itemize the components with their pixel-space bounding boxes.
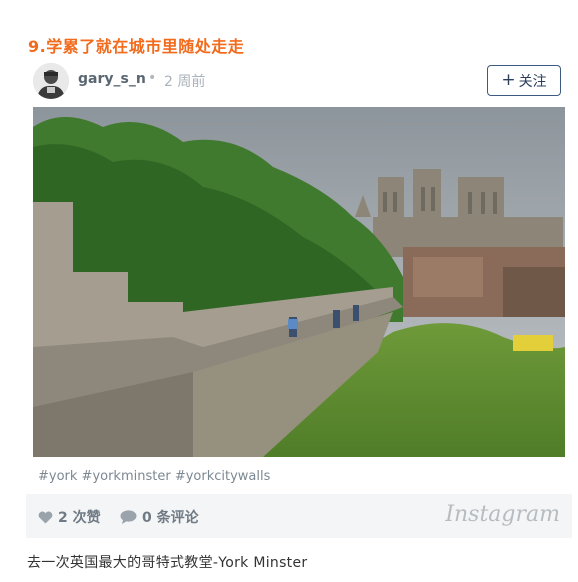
section-heading: 9.学累了就在城市里随处走走 <box>28 37 245 56</box>
like-count[interactable]: 2 次赞 <box>38 507 101 527</box>
heart-icon <box>38 511 53 523</box>
avatar[interactable] <box>33 63 69 99</box>
post-photo[interactable] <box>33 107 565 457</box>
username-link[interactable]: gary_s_n <box>78 71 146 87</box>
instagram-logo[interactable]: Instagram <box>445 502 560 527</box>
follow-button[interactable]: + 关注 <box>487 65 561 96</box>
york-city-walls-photo <box>33 107 565 457</box>
separator-dot: • <box>148 70 157 86</box>
comment-count[interactable]: 0 条评论 <box>120 507 199 527</box>
post-header: gary_s_n • 2 周前 + 关注 <box>26 58 572 106</box>
comment-bubble-icon <box>120 510 137 524</box>
avatar-image <box>33 63 69 99</box>
plus-icon: + <box>501 70 516 90</box>
comment-count-label: 0 条评论 <box>142 510 199 526</box>
post-caption: 去一次英国最大的哥特式教堂-York Minster <box>27 555 308 571</box>
instagram-post-card: gary_s_n • 2 周前 + 关注 #york #yorkminster … <box>26 58 572 538</box>
like-count-label: 2 次赞 <box>58 510 101 526</box>
post-time: 2 周前 <box>164 74 206 90</box>
post-footer: 2 次赞 0 条评论 Instagram <box>26 494 572 538</box>
follow-label: 关注 <box>518 73 547 90</box>
hashtag-list[interactable]: #york #yorkminster #yorkcitywalls <box>38 469 270 484</box>
